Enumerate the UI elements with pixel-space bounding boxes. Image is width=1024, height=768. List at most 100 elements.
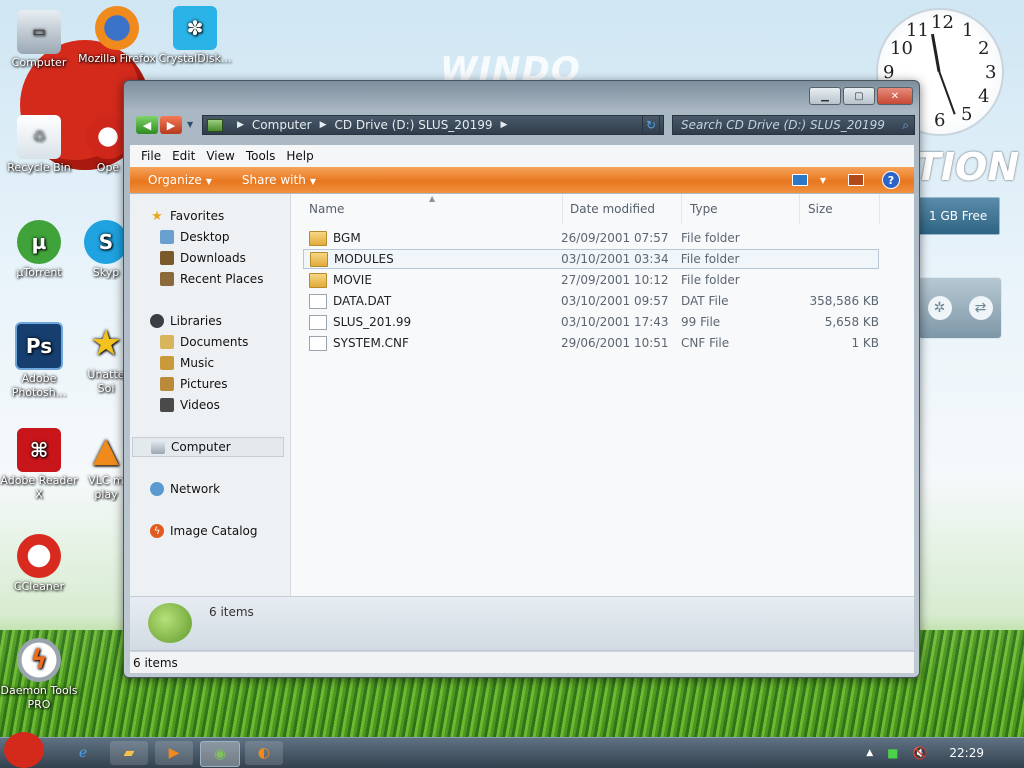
chevron-right-icon[interactable]: ▶ (237, 120, 244, 130)
table-row[interactable]: MOVIE 27/09/2001 10:12 File folder (303, 270, 879, 290)
crystaldisk-icon: ✽ (173, 6, 217, 50)
explorer-window: ▁ ▢ ✕ ◀ ▶ ▼ ▶ Computer ▶ CD Drive (D:) S… (123, 80, 920, 678)
cd-drive-icon (207, 118, 223, 132)
table-row[interactable]: DATA.DAT 03/10/2001 09:57 DAT File 358,5… (303, 291, 879, 311)
search-icon[interactable]: ⌕ (902, 118, 909, 133)
nav-videos[interactable]: Videos (160, 395, 220, 415)
drive-space-label: 1 GB Free (929, 209, 988, 223)
column-label: Name (309, 202, 345, 216)
desktop-icon-utorrent[interactable]: µ µTorrent (0, 220, 78, 280)
forward-button[interactable]: ▶ (160, 116, 182, 134)
address-bar[interactable]: ▶ Computer ▶ CD Drive (D:) SLUS_20199 ▶ … (202, 115, 664, 135)
nav-label: Computer (171, 440, 231, 454)
nav-music[interactable]: Music (160, 353, 214, 373)
recent-pages-dropdown[interactable]: ▼ (187, 120, 193, 129)
nav-libraries[interactable]: Libraries (150, 311, 222, 331)
nav-image-catalog[interactable]: ϟ Image Catalog (150, 521, 257, 541)
chevron-up-icon[interactable]: ▲ (866, 748, 873, 758)
clock-number: 6 (934, 110, 946, 131)
desktop-icon-adobe-reader[interactable]: ⌘ Adobe Reader X (0, 428, 78, 502)
nav-desktop[interactable]: Desktop (160, 227, 230, 247)
chevron-right-icon[interactable]: ▶ (500, 120, 507, 130)
clock-time[interactable]: 22:29 (949, 746, 984, 760)
nav-downloads[interactable]: Downloads (160, 248, 246, 268)
drive-space-gadget[interactable]: 1 GB Free (918, 197, 1000, 235)
file-type: 99 File (681, 315, 721, 329)
search-input[interactable]: Search CD Drive (D:) SLUS_20199 ⌕ (672, 115, 915, 135)
refresh-button[interactable]: ↻ (642, 115, 660, 135)
nav-label: Image Catalog (170, 524, 258, 538)
desktop-icon-daemon-tools[interactable]: ϟ Daemon Tools PRO (0, 638, 78, 712)
desktop-icon-computer[interactable]: ▭ Computer (0, 10, 78, 70)
battery-icon[interactable]: ■ (887, 746, 898, 760)
file-type: CNF File (681, 336, 730, 350)
nav-pictures[interactable]: Pictures (160, 374, 228, 394)
desktop-icon-firefox[interactable]: Mozilla Firefox (78, 6, 156, 80)
table-row[interactable]: SLUS_201.99 03/10/2001 17:43 99 File 5,6… (303, 312, 879, 332)
share-with-button[interactable]: Share with ▼ (242, 173, 316, 187)
desktop-icon-recycle-bin[interactable]: ♲ Recycle Bin (0, 115, 78, 175)
file-list: ▲ Name Date modified Type Size BGM 26/09… (291, 194, 914, 596)
file-type: File folder (680, 252, 740, 266)
window-controls: ▁ ▢ ✕ (807, 87, 913, 105)
help-icon[interactable]: ? (882, 171, 900, 189)
file-date: 03/10/2001 03:34 (561, 252, 669, 266)
maximize-button[interactable]: ▢ (843, 87, 875, 105)
column-header-name[interactable]: Name (301, 194, 563, 224)
desktop-icon-label: Recycle Bin (7, 161, 71, 174)
breadcrumb-computer[interactable]: Computer (252, 118, 312, 132)
gear-icon[interactable]: ✲ (927, 296, 952, 320)
desktop-icon-photoshop[interactable]: Ps Adobe Photosh... (0, 322, 78, 400)
menu-file[interactable]: File (141, 149, 161, 163)
column-header-size[interactable]: Size (800, 194, 880, 224)
settings-gadget[interactable]: ✲ ⇄ (918, 277, 1002, 339)
clock-number: 1 (962, 20, 974, 41)
desktop-icon-ccleaner[interactable]: CCleaner (0, 534, 78, 594)
firefox-icon[interactable]: ◐ (245, 741, 283, 765)
menu-tools[interactable]: Tools (246, 149, 276, 163)
menu-view[interactable]: View (206, 149, 234, 163)
nav-label: Downloads (180, 251, 246, 265)
chevron-right-icon[interactable]: ▶ (320, 120, 327, 130)
nav-favorites[interactable]: ★ Favorites (150, 206, 224, 226)
ccleaner-icon (17, 534, 61, 578)
nav-documents[interactable]: Documents (160, 332, 248, 352)
view-dropdown-icon[interactable]: ▼ (820, 176, 826, 185)
minimize-button[interactable]: ▁ (809, 87, 841, 105)
internet-explorer-icon[interactable]: ℯ (64, 741, 102, 765)
start-button[interactable] (4, 732, 44, 768)
cd-drive-large-icon (148, 603, 192, 643)
folder-icon (309, 230, 327, 246)
desktop-icon-crystaldisk[interactable]: ✽ CrystalDisk... (156, 6, 234, 66)
desktop-icon-label: Adobe Reader X (0, 474, 78, 501)
menu-edit[interactable]: Edit (172, 149, 195, 163)
menu-help[interactable]: Help (286, 149, 313, 163)
volume-muted-icon[interactable]: 🔇 (912, 746, 927, 760)
file-name: MODULES (334, 252, 394, 266)
column-header-type[interactable]: Type (682, 194, 800, 224)
media-player-icon[interactable]: ▶ (155, 741, 193, 765)
table-row[interactable]: SYSTEM.CNF 29/06/2001 10:51 CNF File 1 K… (303, 333, 879, 353)
details-pane: 6 items (130, 596, 914, 650)
close-button[interactable]: ✕ (877, 87, 913, 105)
table-row[interactable]: MODULES 03/10/2001 03:34 File folder (303, 249, 879, 269)
breadcrumb-cd-drive[interactable]: CD Drive (D:) SLUS_20199 (335, 118, 493, 132)
organize-button[interactable]: Organize ▼ (148, 173, 212, 187)
swap-icon[interactable]: ⇄ (968, 296, 993, 320)
view-options-icon[interactable] (791, 174, 808, 186)
clock-number: 5 (961, 104, 973, 125)
column-label: Date modified (570, 202, 656, 216)
column-header-date-modified[interactable]: Date modified (562, 194, 682, 224)
libraries-icon (150, 314, 164, 328)
nav-computer[interactable]: Computer (132, 437, 284, 457)
explorer-folder-icon[interactable]: ▰ (110, 741, 148, 765)
back-button[interactable]: ◀ (136, 116, 158, 134)
nav-recent-places[interactable]: Recent Places (160, 269, 263, 289)
nav-network[interactable]: Network (150, 479, 220, 499)
column-label: Size (808, 202, 833, 216)
taskbar-explorer-window[interactable]: ◉ (200, 741, 240, 767)
table-row[interactable]: BGM 26/09/2001 07:57 File folder (303, 228, 879, 248)
file-date: 03/10/2001 09:57 (561, 294, 669, 308)
nav-label: Desktop (180, 230, 230, 244)
preview-pane-icon[interactable] (848, 174, 864, 186)
